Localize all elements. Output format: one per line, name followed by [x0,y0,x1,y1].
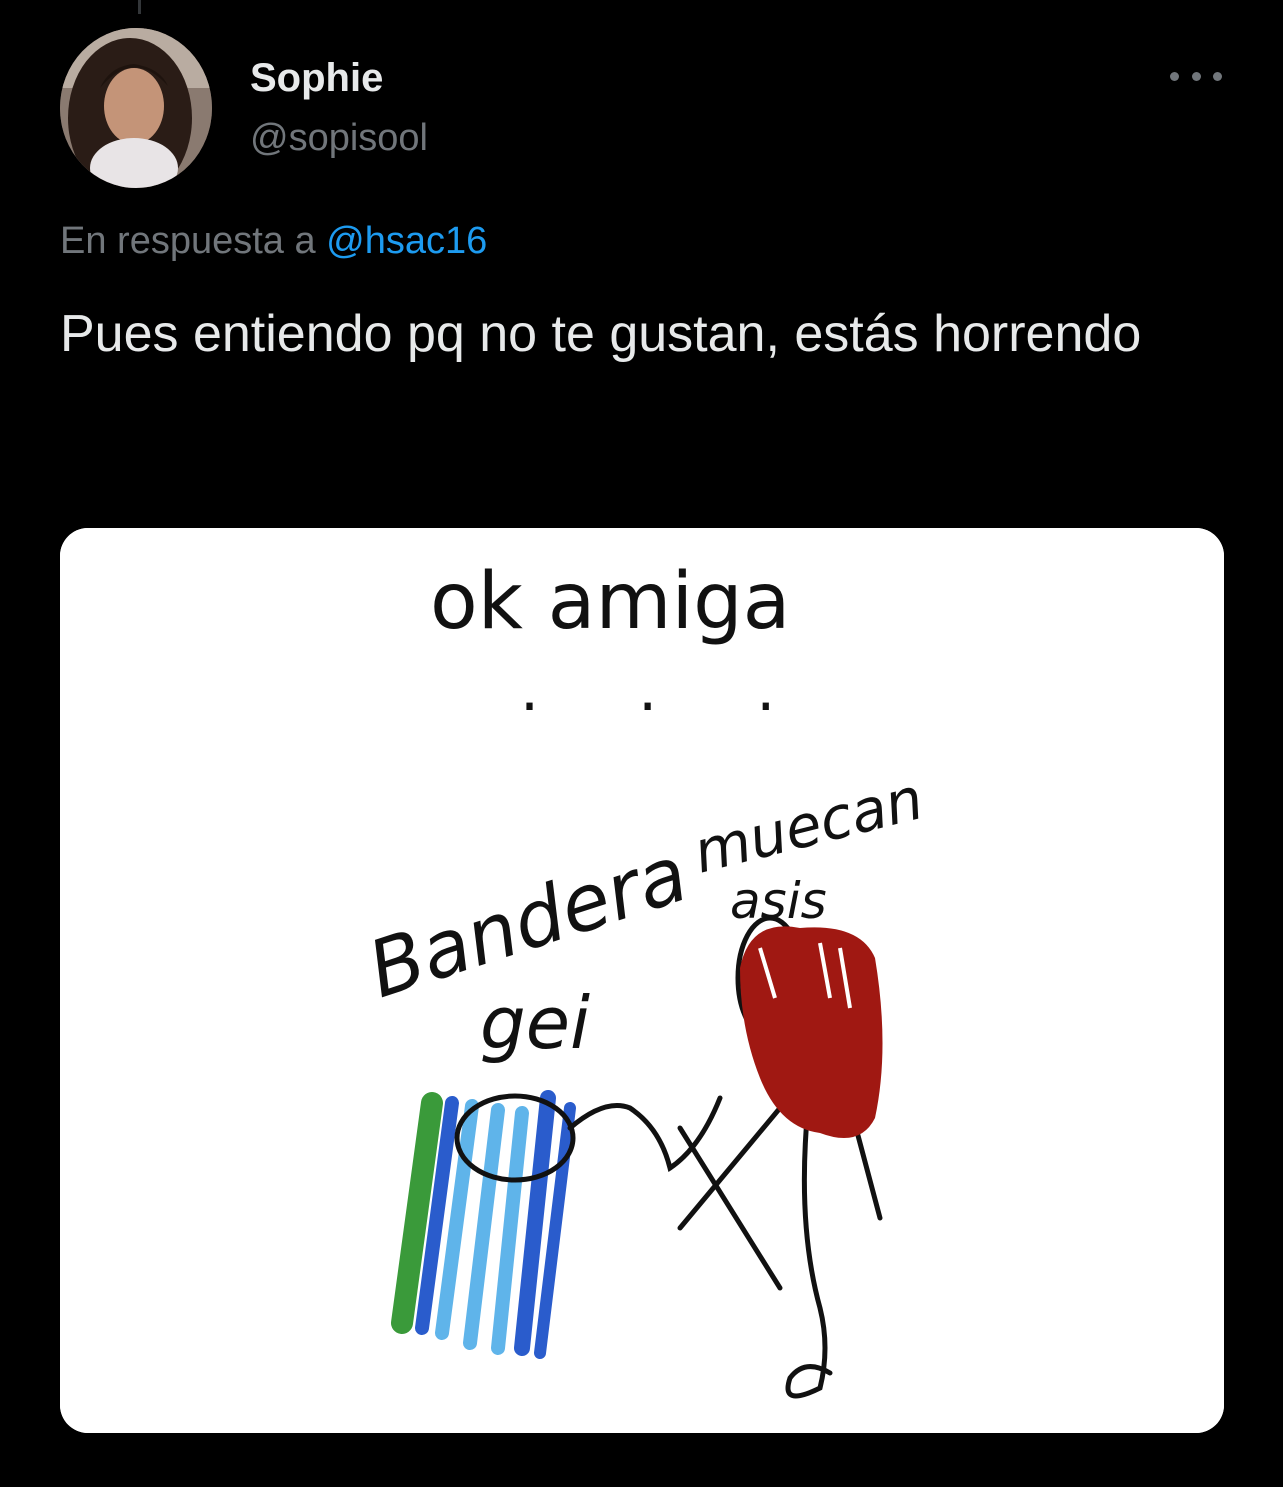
more-dot [1191,71,1201,81]
more-dot [1170,71,1179,81]
reply-context: En respuesta a @hsac16 [60,216,487,266]
display-name[interactable]: Sophie [250,52,383,104]
tweet-text: Pues entiendo pq no te gustan, estás hor… [60,305,1142,363]
reply-to-link[interactable]: @hsac16 [326,220,487,262]
caption-dots: . . . [520,655,815,725]
thread-connector-line [138,0,141,14]
caption-ok-amiga: ok amiga [430,557,790,647]
meme-drawing: ok amiga . . . Bandera gei muecan asis [60,528,1224,1433]
avatar-photo [60,28,212,188]
user-handle[interactable]: @sopisool [250,114,428,162]
more-dot [1213,71,1222,81]
avatar[interactable] [60,28,212,188]
label-gei: gei [480,981,590,1065]
tweet-media-image[interactable]: ok amiga . . . Bandera gei muecan asis [60,528,1224,1433]
reply-prefix: En respuesta a [60,220,316,262]
more-horizontal-icon[interactable] [1170,58,1222,94]
